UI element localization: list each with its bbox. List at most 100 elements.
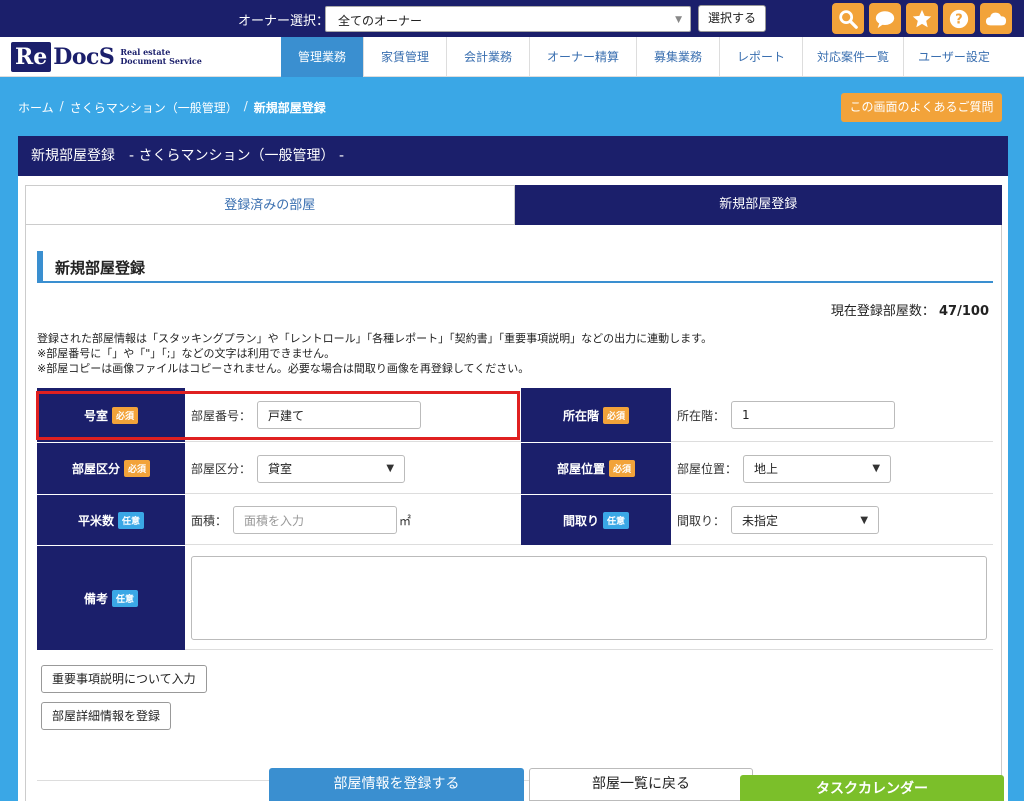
tab-new-room[interactable]: 新規部屋登録 bbox=[514, 185, 1002, 225]
note-line: ※部屋番号に「」や「"」「;」などの文字は利用できません。 bbox=[37, 347, 336, 360]
owner-select-button[interactable]: 選択する bbox=[698, 5, 766, 32]
logo-subtitle: Real estate Document Service bbox=[120, 48, 202, 66]
nav-menu: 管理業務 家賃管理 会計業務 オーナー精算 募集業務 レポート 対応案件一覧 ユ… bbox=[281, 37, 1004, 77]
layout-label: 間取り： bbox=[677, 513, 726, 528]
task-calendar-button[interactable]: タスクカレンダー bbox=[740, 775, 1004, 801]
room-count: 現在登録部屋数： 47/100 bbox=[831, 300, 989, 319]
section-heading: 新規部屋登録 bbox=[37, 251, 993, 283]
room-no-input[interactable]: 戸建て bbox=[257, 401, 422, 429]
form-row: 部屋区分 必須 部屋区分： 貸室 ▼ 部屋位置 必須 部屋位置： 地上 ▼ bbox=[37, 443, 993, 494]
layout-cell: 間取り： 未指定 ▼ bbox=[671, 495, 993, 545]
owner-select-label: オーナー選択： bbox=[238, 14, 330, 29]
area-cell: 面積： 面積を入力 ㎡ bbox=[185, 495, 521, 545]
note-line: 登録された部屋情報は「スタッキングプラン」や「レントロール」「各種レポート」「契… bbox=[37, 332, 713, 345]
help-icon[interactable]: ? bbox=[943, 3, 975, 34]
logo-re-mark: Re bbox=[11, 42, 52, 72]
breadcrumb-home[interactable]: ホーム bbox=[18, 99, 54, 116]
room-no-header-label: 号室 bbox=[83, 408, 108, 423]
logo-docs-text: DocS bbox=[53, 44, 115, 70]
room-type-cell: 部屋区分： 貸室 ▼ bbox=[185, 443, 521, 494]
owner-select[interactable]: 全てのオーナー ▼ bbox=[325, 6, 691, 32]
tab-bar: 登録済みの部屋 新規部屋登録 bbox=[25, 185, 1002, 225]
room-details-button[interactable]: 部屋詳細情報を登録 bbox=[41, 702, 172, 730]
chevron-down-icon: ▼ bbox=[386, 463, 395, 474]
area-input[interactable]: 面積を入力 bbox=[233, 506, 398, 534]
remarks-header: 備考 任意 bbox=[37, 546, 185, 650]
room-no-header: 号室 必須 bbox=[37, 388, 185, 442]
nav-item-report[interactable]: レポート bbox=[720, 37, 803, 77]
room-no-label: 部屋番号： bbox=[191, 408, 252, 423]
chat-bubble-icon[interactable] bbox=[869, 3, 901, 34]
nav-item-rent[interactable]: 家賃管理 bbox=[364, 37, 447, 77]
chevron-down-icon: ▼ bbox=[860, 514, 869, 526]
area-unit: ㎡ bbox=[399, 513, 412, 528]
breadcrumb-parent[interactable]: さくらマンション（一般管理） bbox=[70, 99, 238, 116]
cloud-icon[interactable] bbox=[980, 3, 1012, 34]
room-position-select[interactable]: 地上 ▼ bbox=[743, 454, 892, 483]
breadcrumb-current: 新規部屋登録 bbox=[253, 101, 326, 115]
layout-header-label: 間取り bbox=[562, 513, 599, 528]
optional-badge: 任意 bbox=[118, 511, 145, 529]
remarks-header-label: 備考 bbox=[83, 591, 108, 606]
redocs-logo[interactable]: Re DocS Real estate Document Service bbox=[11, 41, 202, 73]
room-count-value: 47/100 bbox=[939, 304, 989, 319]
main-panel: 登録済みの部屋 新規部屋登録 新規部屋登録 現在登録部屋数： 47/100 登録… bbox=[18, 176, 1008, 801]
section-title: 新規部屋登録 bbox=[55, 259, 146, 277]
required-badge: 必須 bbox=[609, 460, 636, 477]
main-nav-bar: Re DocS Real estate Document Service 管理業… bbox=[0, 37, 1024, 77]
room-count-label: 現在登録部屋数： bbox=[830, 304, 935, 319]
svg-text:?: ? bbox=[955, 12, 962, 27]
star-icon[interactable] bbox=[906, 3, 938, 34]
back-button[interactable]: 部屋一覧に戻る bbox=[529, 768, 753, 801]
form-row: 備考 任意 bbox=[37, 546, 993, 650]
form-row: 号室 必須 部屋番号： 戸建て 所在階 必須 所在階： 1 bbox=[37, 388, 993, 442]
breadcrumb-separator: / bbox=[59, 99, 64, 113]
panel-title: 新規部屋登録 - さくらマンション（一般管理） - bbox=[18, 136, 1008, 176]
optional-badge: 任意 bbox=[112, 589, 139, 607]
floor-header-label: 所在階 bbox=[562, 408, 599, 423]
notes: 登録された部屋情報は「スタッキングプラン」や「レントロール」「各種レポート」「契… bbox=[37, 331, 712, 376]
room-no-cell: 部屋番号： 戸建て bbox=[185, 388, 521, 442]
area-header: 平米数 任意 bbox=[37, 495, 185, 545]
note-line: ※部屋コピーは画像ファイルはコピーされません。必要な場合は間取り画像を再登録して… bbox=[37, 362, 530, 375]
submit-button[interactable]: 部屋情報を登録する bbox=[269, 768, 524, 801]
room-position-cell: 部屋位置： 地上 ▼ bbox=[671, 443, 993, 494]
room-type-value: 貸室 bbox=[268, 462, 293, 476]
remarks-textarea[interactable] bbox=[191, 556, 987, 640]
room-position-header-label: 部屋位置 bbox=[556, 462, 605, 476]
top-icon-group: ? bbox=[832, 3, 1012, 34]
room-position-label: 部屋位置： bbox=[677, 462, 738, 476]
room-type-select[interactable]: 貸室 ▼ bbox=[257, 454, 406, 483]
breadcrumb: ホーム / さくらマンション（一般管理） / 新規部屋登録 bbox=[18, 99, 326, 116]
floor-cell: 所在階： 1 bbox=[671, 388, 993, 442]
nav-item-management[interactable]: 管理業務 bbox=[281, 37, 364, 77]
room-position-value: 地上 bbox=[754, 462, 779, 476]
section-heading-bar bbox=[37, 251, 43, 281]
optional-badge: 任意 bbox=[603, 511, 630, 529]
area-label: 面積： bbox=[191, 513, 228, 528]
nav-item-accounting[interactable]: 会計業務 bbox=[447, 37, 530, 77]
room-type-header: 部屋区分 必須 bbox=[37, 443, 185, 494]
area-header-label: 平米数 bbox=[77, 513, 114, 528]
search-icon[interactable] bbox=[832, 3, 864, 34]
room-position-header: 部屋位置 必須 bbox=[521, 443, 671, 494]
layout-header: 間取り 任意 bbox=[521, 495, 671, 545]
faq-button[interactable]: この画面のよくあるご質問 bbox=[841, 93, 1002, 122]
owner-select-value: 全てのオーナー bbox=[338, 14, 423, 28]
layout-select[interactable]: 未指定 ▼ bbox=[731, 506, 880, 534]
tab-content: 新規部屋登録 現在登録部屋数： 47/100 登録された部屋情報は「スタッキング… bbox=[25, 225, 1002, 801]
floor-label: 所在階： bbox=[677, 408, 726, 423]
nav-item-recruitment[interactable]: 募集業務 bbox=[637, 37, 720, 77]
nav-item-user-settings[interactable]: ユーザー設定 bbox=[904, 37, 1004, 77]
top-bar: オーナー選択： 全てのオーナー ▼ 選択する ? bbox=[0, 0, 1024, 37]
tab-registered-rooms[interactable]: 登録済みの部屋 bbox=[25, 185, 515, 225]
nav-item-owner-settlement[interactable]: オーナー精算 bbox=[530, 37, 637, 77]
floor-input[interactable]: 1 bbox=[731, 401, 896, 429]
form-row: 平米数 任意 面積： 面積を入力 ㎡ 間取り 任意 間取り： 未指定 ▼ bbox=[37, 495, 993, 545]
important-matters-button[interactable]: 重要事項説明について入力 bbox=[41, 665, 207, 693]
chevron-down-icon: ▼ bbox=[872, 463, 881, 474]
layout-value: 未指定 bbox=[742, 513, 779, 528]
required-badge: 必須 bbox=[124, 460, 151, 477]
caret-down-icon: ▼ bbox=[675, 15, 682, 25]
nav-item-case-list[interactable]: 対応案件一覧 bbox=[803, 37, 904, 77]
